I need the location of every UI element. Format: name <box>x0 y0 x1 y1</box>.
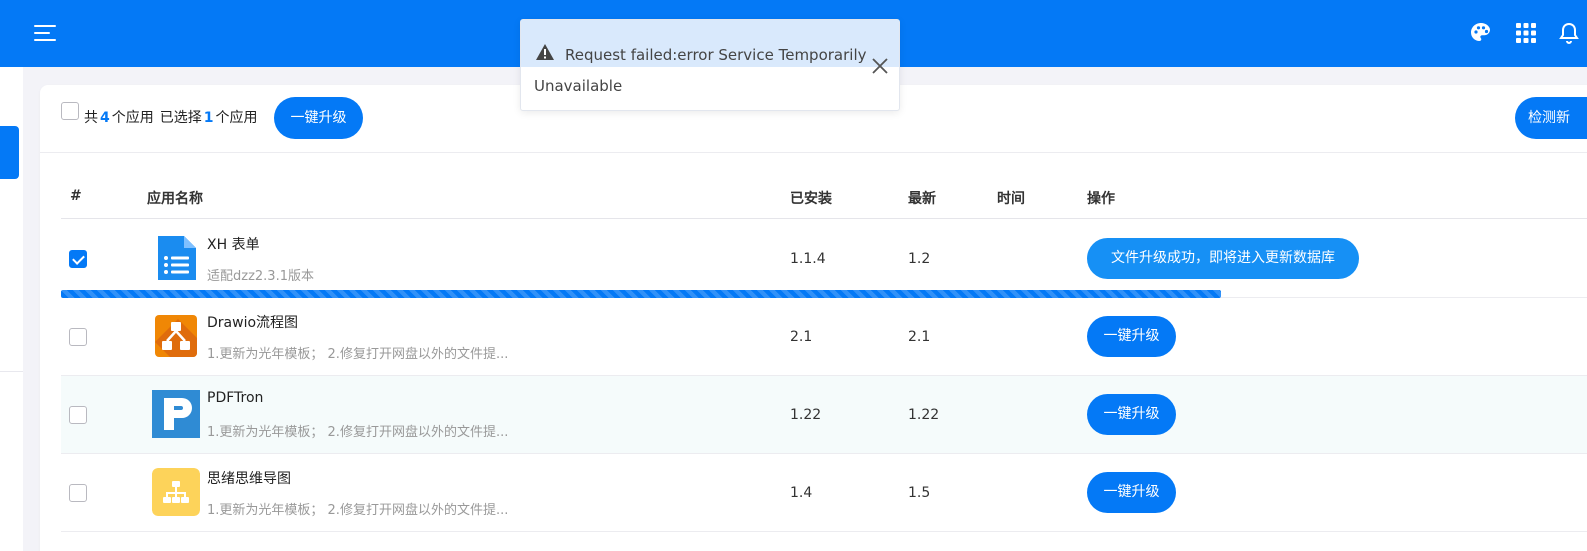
row-checkbox[interactable] <box>69 250 87 268</box>
drawio-app-icon <box>155 315 197 357</box>
col-header-time: 时间 <box>997 191 1025 207</box>
app-name: Drawio流程图 <box>207 315 299 331</box>
upgrade-button[interactable]: 一键升级 <box>1087 472 1176 513</box>
latest-version: 1.22 <box>908 407 940 423</box>
col-header-app-name: 应用名称 <box>147 191 203 207</box>
table-row: Drawio流程图 1.更新为光年模板； 2.修复打开网盘以外的文件提... 2… <box>61 298 1587 376</box>
palette-icon[interactable] <box>1469 21 1493 45</box>
sidebar-divider <box>0 371 23 372</box>
sidebar-active-item[interactable] <box>0 126 19 179</box>
hamburger-menu-icon[interactable] <box>34 24 56 42</box>
installed-version: 1.22 <box>790 407 822 423</box>
upgrade-button[interactable]: 一键升级 <box>1087 316 1176 357</box>
installed-version: 1.4 <box>790 485 813 501</box>
row-checkbox[interactable] <box>69 484 87 502</box>
app-description: 1.更新为光年模板； 2.修复打开网盘以外的文件提... <box>207 425 509 440</box>
app-name: PDFTron <box>207 390 264 406</box>
apps-grid-icon[interactable] <box>1514 21 1538 45</box>
selected-prefix: 已选择 <box>159 110 202 126</box>
select-all-checkbox[interactable] <box>61 102 79 120</box>
col-header-latest: 最新 <box>908 191 936 207</box>
col-header-installed: 已安装 <box>790 191 832 207</box>
total-count: 4 <box>100 110 110 126</box>
sidebar <box>0 67 23 551</box>
upgrade-all-button[interactable]: 一键升级 <box>274 97 363 139</box>
table-header-divider <box>61 218 1587 219</box>
mindmap-app-icon <box>152 468 200 516</box>
app-description: 1.更新为光年模板； 2.修复打开网盘以外的文件提... <box>207 347 509 362</box>
row-checkbox[interactable] <box>69 406 87 424</box>
toast-message-line2: Unavailable <box>534 77 623 95</box>
check-updates-button[interactable]: 检测新 <box>1515 97 1587 139</box>
installed-version: 1.1.4 <box>790 251 826 267</box>
bell-icon[interactable] <box>1557 21 1581 45</box>
table-row: 思绪思维导图 1.更新为光年模板； 2.修复打开网盘以外的文件提... 1.4 … <box>61 454 1587 532</box>
app-name: 思绪思维导图 <box>207 471 291 487</box>
table-row: XH 表单 适配dzz2.3.1版本 1.1.4 1.2 文件升级成功，即将进入… <box>61 220 1587 298</box>
pdftron-app-icon <box>152 390 200 438</box>
warning-icon <box>536 44 554 60</box>
upgrade-button[interactable]: 一键升级 <box>1087 394 1176 435</box>
row-checkbox[interactable] <box>69 328 87 346</box>
selection-summary: 共 4 个应用 已选择 1 个应用 <box>84 107 258 127</box>
form-app-icon <box>158 236 196 280</box>
col-header-actions: 操作 <box>1087 191 1115 207</box>
selected-suffix: 个应用 <box>215 110 258 126</box>
latest-version: 1.2 <box>908 251 931 267</box>
installed-version: 2.1 <box>790 329 813 345</box>
selected-count: 1 <box>203 110 214 126</box>
total-prefix: 共 <box>84 110 98 126</box>
toast-message-line1: Request failed:error Service Temporarily <box>565 46 867 64</box>
latest-version: 2.1 <box>908 329 931 345</box>
col-header-index: # <box>70 188 82 204</box>
app-description: 1.更新为光年模板； 2.修复打开网盘以外的文件提... <box>207 503 509 518</box>
upgrade-status-button[interactable]: 文件升级成功，即将进入更新数据库 <box>1087 238 1359 279</box>
app-name: XH 表单 <box>207 237 260 253</box>
latest-version: 1.5 <box>908 485 931 501</box>
upgrade-progress-bar <box>61 290 1221 298</box>
app-description: 适配dzz2.3.1版本 <box>207 269 314 284</box>
total-suffix: 个应用 <box>111 110 154 126</box>
error-toast: Request failed:error Service Temporarily… <box>520 19 900 111</box>
table-row: PDFTron 1.更新为光年模板； 2.修复打开网盘以外的文件提... 1.2… <box>61 376 1587 454</box>
close-icon[interactable] <box>871 57 889 75</box>
